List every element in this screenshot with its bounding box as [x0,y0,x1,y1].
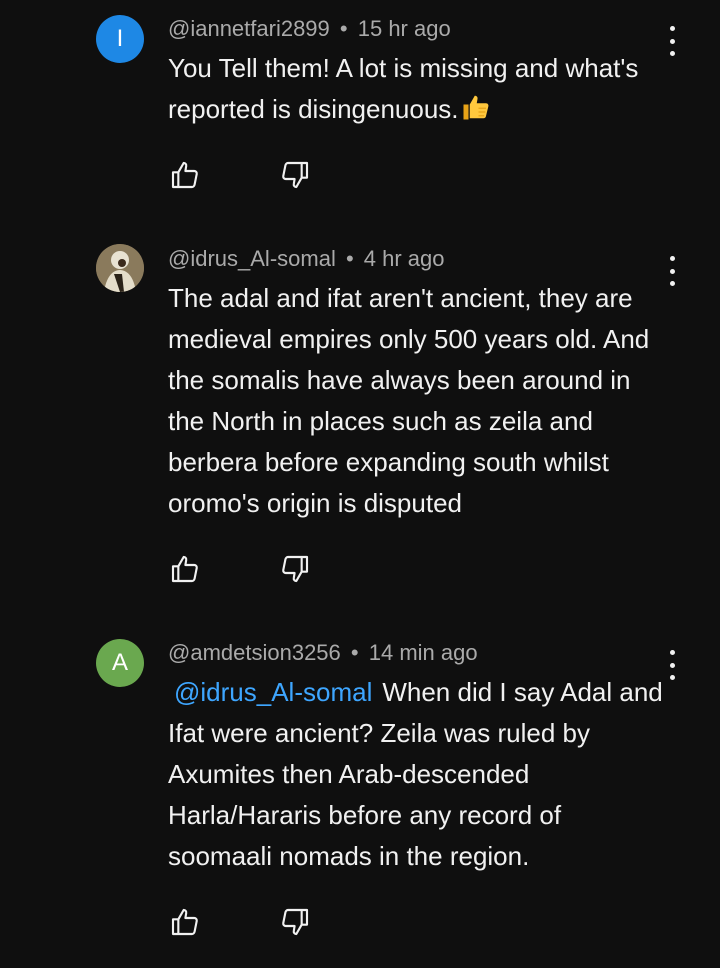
comment-time[interactable]: 15 hr ago [358,16,451,41]
like-icon[interactable] [168,553,202,585]
profile-photo-icon [96,244,144,292]
dislike-icon[interactable] [278,906,312,938]
comment-time[interactable]: 14 min ago [369,640,478,665]
avatar[interactable]: I [96,15,144,63]
like-icon[interactable] [168,159,202,191]
avatar[interactable] [96,244,144,292]
comment-author[interactable]: @amdetsion3256 [168,640,341,665]
comment-actions [168,906,328,938]
mention-link[interactable]: @idrus_Al-somal [174,677,372,707]
dislike-icon[interactable] [278,159,312,191]
meta-separator: • [339,16,348,41]
comment-body: The adal and ifat aren't ancient, they a… [168,283,650,518]
comment-meta: @amdetsion3256 • 14 min ago [168,640,478,666]
comment-author[interactable]: @idrus_Al-somal [168,246,336,271]
avatar-letter: I [116,25,124,52]
comment-text: @idrus_Al-somal When did I say Adal and I… [168,672,668,877]
meta-separator: • [345,246,354,271]
comment-meta: @iannetfari2899 • 15 hr ago [168,16,451,42]
comment-meta: @idrus_Al-somal • 4 hr ago [168,246,445,272]
comment-author[interactable]: @iannetfari2899 [168,16,330,41]
comment-actions [168,553,328,585]
comment-text: The adal and ifat aren't ancient, they a… [168,278,668,524]
meta-separator: • [350,640,359,665]
comment-time[interactable]: 4 hr ago [364,246,445,271]
thumbs-up-emoji-icon [461,92,491,134]
like-icon[interactable] [168,906,202,938]
comment-actions [168,159,328,191]
dislike-icon[interactable] [278,553,312,585]
comment-text: You Tell them! A lot is missing and what… [168,48,668,134]
avatar[interactable]: A [96,639,144,687]
comment-body: You Tell them! A lot is missing and what… [168,53,639,124]
avatar-letter: A [111,649,128,676]
